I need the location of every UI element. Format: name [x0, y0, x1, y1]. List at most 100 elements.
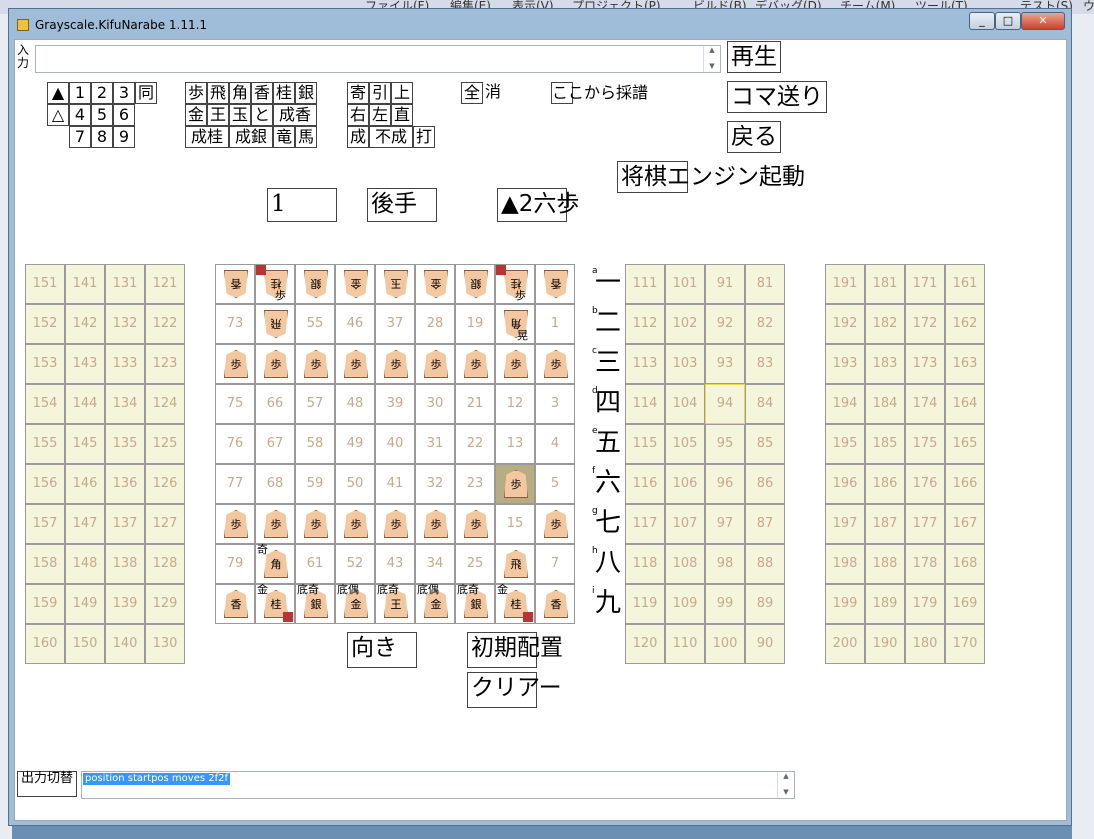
left-hand-cell[interactable]: 151	[25, 264, 65, 304]
left-hand-cell[interactable]: 122	[145, 304, 185, 344]
far-hand-cell[interactable]: 195	[825, 424, 865, 464]
piece-key[interactable]: 香	[251, 82, 273, 104]
far-hand-cell[interactable]: 183	[865, 344, 905, 384]
board-cell[interactable]: 49	[335, 424, 375, 464]
board-cell[interactable]: 歩	[295, 504, 335, 544]
modifier-key[interactable]: 上	[391, 82, 413, 104]
engine-start-button[interactable]: 将棋エンジン起動	[617, 161, 805, 193]
left-hand-cell[interactable]: 143	[65, 344, 105, 384]
left-hand-cell[interactable]: 125	[145, 424, 185, 464]
left-hand-cell[interactable]: 131	[105, 264, 145, 304]
shogi-piece[interactable]: 歩	[304, 510, 328, 538]
right-hand-cell[interactable]: 99	[705, 584, 745, 624]
far-hand-cell[interactable]: 191	[825, 264, 865, 304]
board-cell[interactable]: 飛	[255, 304, 295, 344]
modifier-key[interactable]: 右	[347, 104, 369, 126]
far-hand-cell[interactable]: 174	[905, 384, 945, 424]
number-key[interactable]: 6	[113, 104, 135, 126]
far-hand-cell[interactable]: 188	[865, 544, 905, 584]
right-hand-cell[interactable]: 116	[625, 464, 665, 504]
left-hand-cell[interactable]: 132	[105, 304, 145, 344]
piece-key[interactable]: 角	[229, 82, 251, 104]
far-hand-cell[interactable]: 175	[905, 424, 945, 464]
right-hand-cell[interactable]: 110	[665, 624, 705, 664]
board-cell[interactable]: 75	[215, 384, 255, 424]
shogi-piece[interactable]: 歩	[544, 350, 568, 378]
board-cell[interactable]: 52	[335, 544, 375, 584]
far-hand-cell[interactable]: 166	[945, 464, 985, 504]
right-hand-cell[interactable]: 102	[665, 304, 705, 344]
board-cell[interactable]: 76	[215, 424, 255, 464]
shogi-piece[interactable]: 歩	[384, 350, 408, 378]
far-hand-cell[interactable]: 200	[825, 624, 865, 664]
far-hand-cell[interactable]: 172	[905, 304, 945, 344]
shogi-piece[interactable]: 銀	[464, 270, 488, 298]
far-hand-cell[interactable]: 161	[945, 264, 985, 304]
far-hand-cell[interactable]: 197	[825, 504, 865, 544]
right-hand-cell[interactable]: 118	[625, 544, 665, 584]
board-cell[interactable]: 歩	[535, 504, 575, 544]
right-hand-cell[interactable]: 117	[625, 504, 665, 544]
right-hand-cell[interactable]: 105	[665, 424, 705, 464]
shogi-piece[interactable]: 歩	[464, 350, 488, 378]
left-hand-cell[interactable]: 126	[145, 464, 185, 504]
far-hand-cell[interactable]: 163	[945, 344, 985, 384]
board-cell[interactable]: 34	[415, 544, 455, 584]
far-hand-cell[interactable]: 196	[825, 464, 865, 504]
far-hand-cell[interactable]: 177	[905, 504, 945, 544]
right-hand-cell[interactable]: 89	[745, 584, 785, 624]
board-cell[interactable]: 31	[415, 424, 455, 464]
left-hand-cell[interactable]: 153	[25, 344, 65, 384]
shogi-piece[interactable]: 歩	[464, 510, 488, 538]
right-hand-cell[interactable]: 119	[625, 584, 665, 624]
board-cell[interactable]: 21	[455, 384, 495, 424]
board-cell[interactable]: 歩	[455, 344, 495, 384]
piece-key[interactable]: 王	[207, 104, 229, 126]
board-cell[interactable]: 25	[455, 544, 495, 584]
piece-key[interactable]: 銀	[295, 82, 317, 104]
far-hand-cell[interactable]: 176	[905, 464, 945, 504]
board-cell[interactable]: 15	[495, 504, 535, 544]
left-hand-cell[interactable]: 148	[65, 544, 105, 584]
far-hand-cell[interactable]: 171	[905, 264, 945, 304]
far-hand-cell[interactable]: 165	[945, 424, 985, 464]
piece-key[interactable]: と	[251, 104, 273, 126]
shogi-piece[interactable]: 玉	[384, 270, 408, 298]
left-hand-cell[interactable]: 154	[25, 384, 65, 424]
play-button[interactable]: 再生	[727, 41, 781, 73]
right-hand-cell[interactable]: 85	[745, 424, 785, 464]
right-hand-cell[interactable]: 120	[625, 624, 665, 664]
far-hand-cell[interactable]: 184	[865, 384, 905, 424]
left-hand-cell[interactable]: 127	[145, 504, 185, 544]
right-hand-cell[interactable]: 92	[705, 304, 745, 344]
board-cell[interactable]: 43	[375, 544, 415, 584]
shogi-piece[interactable]: 金	[424, 270, 448, 298]
board-cell[interactable]: 79	[215, 544, 255, 584]
left-hand-cell[interactable]: 146	[65, 464, 105, 504]
right-hand-cell[interactable]: 90	[745, 624, 785, 664]
all-clear-button[interactable]: 全	[461, 82, 483, 104]
turn-button[interactable]: 後手	[367, 188, 437, 222]
shogi-piece[interactable]: 歩	[504, 470, 528, 498]
right-hand-cell[interactable]: 95	[705, 424, 745, 464]
maximize-button[interactable]: □	[995, 12, 1021, 30]
shogi-piece[interactable]: 飛	[264, 310, 288, 338]
modifier-key[interactable]: 成	[347, 126, 369, 148]
left-hand-cell[interactable]: 123	[145, 344, 185, 384]
board-cell[interactable]: 香	[215, 264, 255, 304]
board-cell[interactable]: 68	[255, 464, 295, 504]
right-hand-cell[interactable]: 109	[665, 584, 705, 624]
board-cell[interactable]: 46	[335, 304, 375, 344]
left-hand-cell[interactable]: 144	[65, 384, 105, 424]
left-hand-cell[interactable]: 145	[65, 424, 105, 464]
board-cell[interactable]: 歩	[415, 344, 455, 384]
left-hand-cell[interactable]: 124	[145, 384, 185, 424]
close-button[interactable]: ✕	[1021, 12, 1065, 30]
left-hand-cell[interactable]: 150	[65, 624, 105, 664]
left-hand-cell[interactable]: 157	[25, 504, 65, 544]
board-cell[interactable]: 香	[215, 584, 255, 624]
board-cell[interactable]: 58	[295, 424, 335, 464]
shogi-piece[interactable]: 香	[544, 270, 568, 298]
left-hand-cell[interactable]: 160	[25, 624, 65, 664]
piece-key[interactable]: 成桂	[185, 126, 229, 148]
